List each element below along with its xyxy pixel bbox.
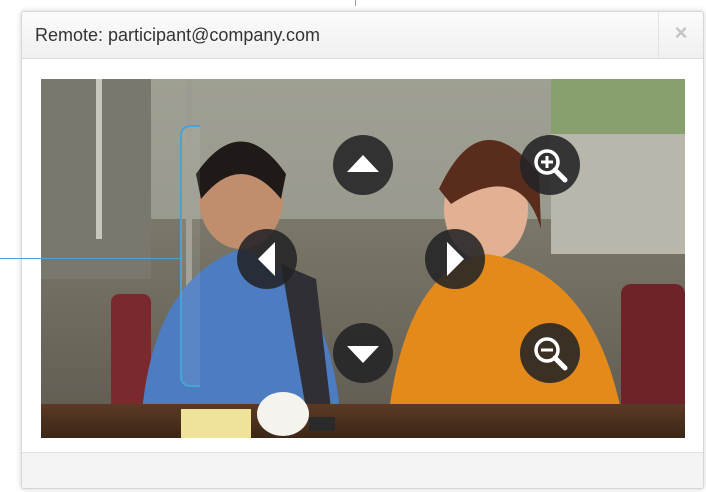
pan-right-button[interactable]	[425, 229, 485, 289]
pan-down-icon	[347, 346, 379, 363]
pan-right-icon	[447, 242, 464, 276]
close-icon: ×	[674, 20, 688, 45]
pan-left-button[interactable]	[237, 229, 297, 289]
zoom-out-icon	[534, 337, 568, 371]
callout-line	[0, 258, 182, 259]
pan-down-button[interactable]	[333, 323, 393, 383]
callout-bracket	[180, 125, 200, 387]
zoom-out-button[interactable]	[520, 323, 580, 383]
dialog-footer	[22, 452, 703, 488]
top-marker	[355, 0, 356, 6]
zoom-in-icon	[534, 149, 568, 183]
pan-up-icon	[347, 155, 379, 172]
pan-left-icon	[258, 242, 275, 276]
dialog-title: Remote: participant@company.com	[35, 25, 321, 45]
zoom-in-button[interactable]	[520, 135, 580, 195]
pan-up-button[interactable]	[333, 135, 393, 195]
close-button[interactable]: ×	[658, 12, 703, 58]
dialog-header: Remote: participant@company.com ×	[22, 12, 703, 59]
